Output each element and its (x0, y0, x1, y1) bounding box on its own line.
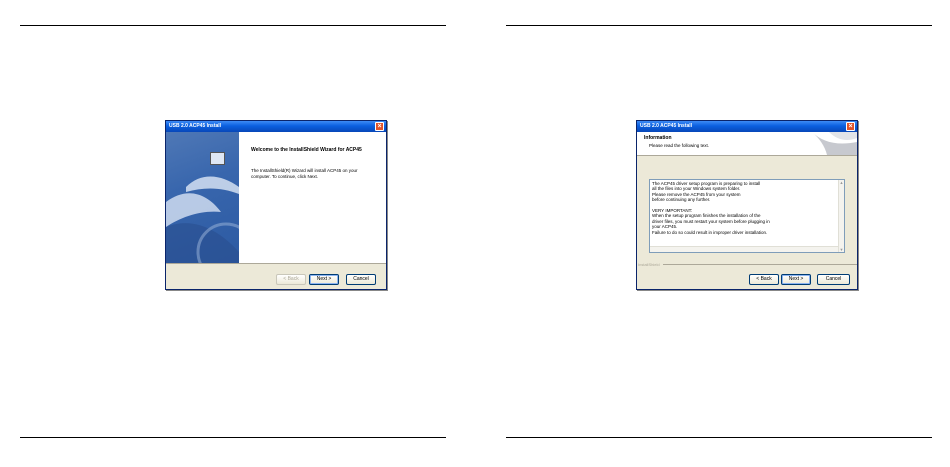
dialog-title: USB 2.0 ACP45 Install (169, 123, 222, 129)
footer-separator (663, 264, 857, 265)
cancel-button[interactable]: Cancel (346, 274, 376, 285)
installshield-label: InstallShield (638, 262, 660, 267)
info-header: Information Please read the following te… (637, 132, 857, 156)
info-line: Failure to do so could result in imprope… (652, 229, 768, 235)
close-icon[interactable]: × (846, 122, 855, 131)
info-heading: Information (644, 135, 672, 141)
close-icon[interactable]: × (375, 122, 384, 131)
back-button[interactable]: < Back (276, 274, 306, 285)
next-button[interactable]: Next > (309, 274, 339, 285)
dialog-titlebar: USB 2.0 ACP45 Install × (166, 121, 386, 132)
welcome-heading: Welcome to the InstallShield Wizard for … (251, 147, 362, 153)
top-rule-right (506, 25, 932, 26)
back-label: Back (760, 276, 772, 282)
next-label: Next (788, 276, 799, 282)
scroll-down-icon[interactable]: ▼ (839, 247, 844, 252)
horizontal-scrollbar[interactable] (650, 246, 838, 252)
dialog-titlebar: USB 2.0 ACP45 Install × (637, 121, 857, 132)
vertical-scrollbar[interactable]: ▲ ▼ (838, 180, 844, 252)
footer-separator (166, 263, 386, 264)
wizard-graphic (166, 132, 239, 263)
next-label: Next (316, 276, 327, 282)
header-graphic (812, 132, 857, 155)
top-rule-left (20, 25, 446, 26)
bottom-rule-left (20, 437, 446, 438)
back-button[interactable]: < Back (749, 274, 779, 285)
bottom-rule-right (506, 437, 932, 438)
back-label: Back (287, 276, 299, 282)
welcome-text: The InstallShield(R) Wizard will install… (251, 168, 358, 179)
computer-icon (210, 152, 225, 165)
info-subtitle: Please read the following text. (649, 143, 710, 148)
dialog-title: USB 2.0 ACP45 Install (640, 123, 693, 129)
info-textbox[interactable]: The ACP45 driver setup program is prepar… (649, 179, 845, 253)
cancel-button[interactable]: Cancel (817, 274, 850, 285)
information-dialog: USB 2.0 ACP45 Install × Information Plea… (636, 120, 858, 290)
scroll-up-icon[interactable]: ▲ (839, 180, 844, 185)
next-button[interactable]: Next > (781, 274, 811, 285)
welcome-dialog: USB 2.0 ACP45 Install × Welcome to the I… (165, 120, 387, 290)
